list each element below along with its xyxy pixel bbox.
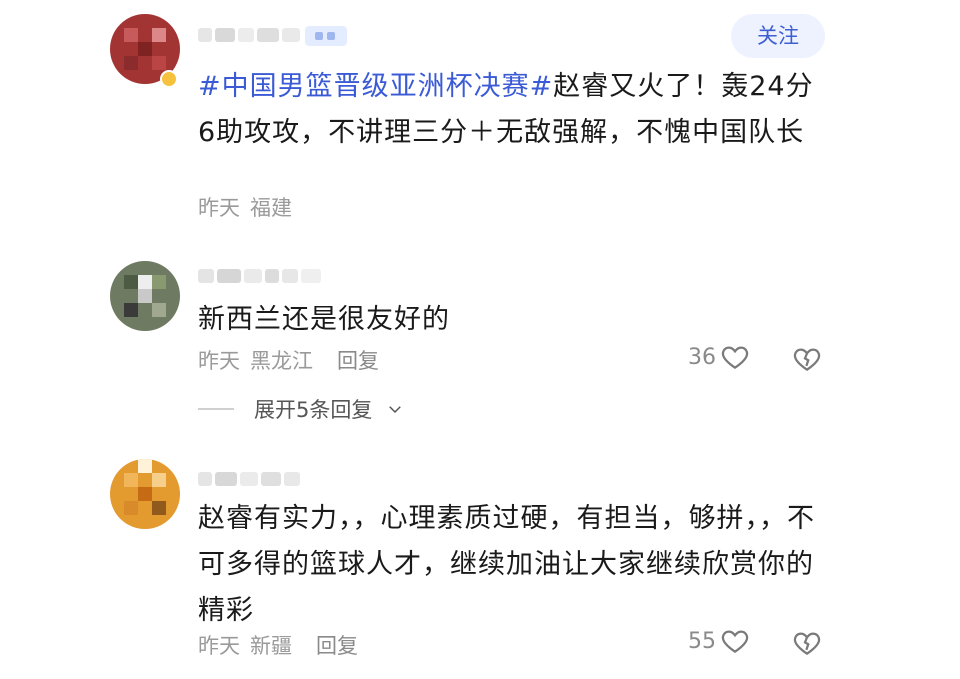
comment-location: 黑龙江	[250, 349, 313, 373]
like-count: 55	[688, 628, 716, 654]
username-blurred[interactable]	[198, 470, 300, 488]
follow-button[interactable]: 关注	[731, 14, 825, 58]
reply-button[interactable]: 回复	[316, 630, 358, 660]
avatar[interactable]	[110, 459, 180, 529]
heart-icon[interactable]	[720, 342, 750, 372]
comment-location: 新疆	[250, 634, 292, 658]
like-control[interactable]: 36	[688, 342, 750, 372]
comment-location: 福建	[250, 196, 292, 220]
comment-list: 关注 #中国男篮晋级亚洲杯决赛#赵睿又火了！轰24分6助攻攻，不讲理三分＋无敌强…	[0, 0, 960, 679]
like-control[interactable]: 55	[688, 626, 750, 656]
comment-text: #中国男篮晋级亚洲杯决赛#赵睿又火了！轰24分6助攻攻，不讲理三分＋无敌强解，不…	[198, 64, 828, 156]
comment-meta: 昨天 新疆 回复	[198, 630, 358, 660]
expand-replies-button[interactable]: 展开5条回复	[198, 394, 404, 424]
hashtag-link[interactable]: #中国男篮晋级亚洲杯决赛#	[198, 71, 553, 102]
comment-time: 昨天	[198, 349, 240, 373]
heart-icon[interactable]	[720, 626, 750, 656]
avatar[interactable]	[110, 261, 180, 331]
broken-heart-icon[interactable]	[792, 628, 822, 658]
author-tag	[305, 26, 347, 46]
comment-meta: 昨天 福建	[198, 192, 292, 222]
comment-time: 昨天	[198, 196, 240, 220]
username-blurred[interactable]	[198, 267, 321, 285]
comment-body: 新西兰还是很友好的	[198, 304, 450, 335]
verified-badge-icon	[160, 70, 178, 88]
comment-time: 昨天	[198, 634, 240, 658]
broken-heart-icon[interactable]	[792, 344, 822, 374]
comment-body: 赵睿有实力，，心理素质过硬，有担当，够拼，，不可多得的篮球人才，继续加油让大家继…	[198, 503, 815, 626]
reply-button[interactable]: 回复	[337, 345, 379, 375]
chevron-down-icon	[389, 406, 402, 414]
divider	[198, 408, 234, 410]
expand-replies-label: 展开5条回复	[254, 398, 373, 422]
like-count: 36	[688, 344, 716, 370]
username-blurred[interactable]	[198, 26, 300, 44]
comment-meta: 昨天 黑龙江 回复	[198, 345, 379, 375]
